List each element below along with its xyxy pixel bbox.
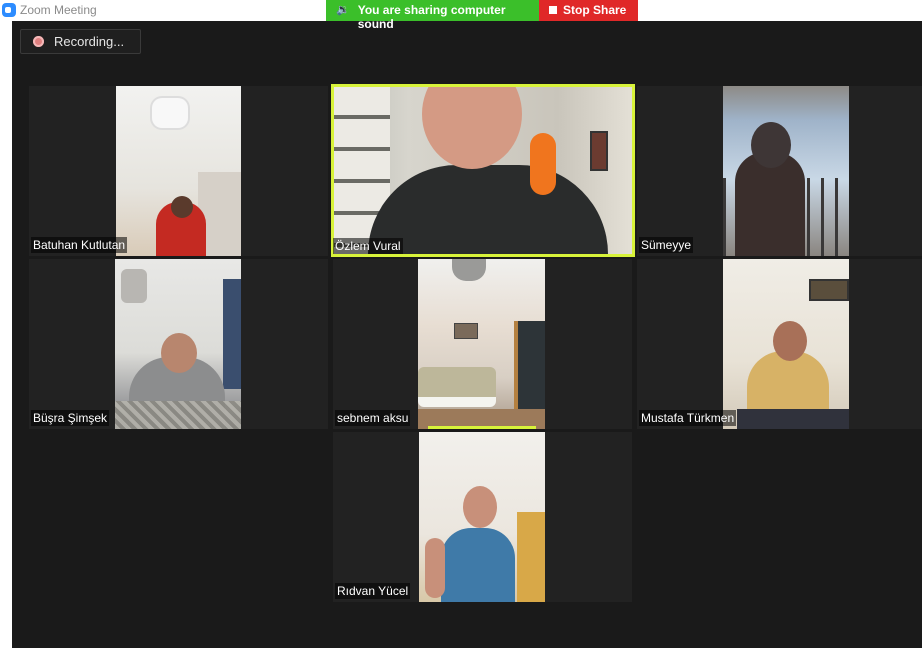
chair [517,512,545,602]
person-body [368,165,608,254]
participant-name: sebnem aksu [335,410,411,426]
orange-object [530,133,556,195]
video-tile-sumeyye[interactable]: Sümeyye [637,86,922,256]
recording-indicator[interactable]: Recording... [20,29,141,54]
video-tile-ridvan[interactable]: Rıdvan Yücel [333,432,632,602]
cabinet [514,321,545,421]
speaking-indicator [428,426,536,429]
person-head [463,486,497,528]
share-status[interactable]: 🔉 You are sharing computer sound [326,0,539,31]
video-tile-mustafa[interactable]: Mustafa Türkmen [637,259,922,429]
zoom-logo-icon [2,3,16,17]
person [441,528,515,602]
video-tile-ozlem[interactable]: Özlem Vural [331,84,635,257]
video-tile-sebnem[interactable]: sebnem aksu [333,259,632,429]
participant-name: Batuhan Kutlutan [31,237,128,253]
stop-share-button[interactable]: Stop Share [539,0,638,21]
stop-icon [549,6,557,14]
chandelier [452,259,486,281]
video-feed [418,259,545,429]
wall-picture [454,323,478,339]
participant-name: Mustafa Türkmen [639,410,737,426]
patterned-rug [115,401,241,429]
person-head [751,122,791,168]
video-feed [723,86,849,256]
share-status-text: You are sharing computer sound [357,3,506,31]
speaker-icon: 🔉 [336,4,350,16]
video-feed [116,86,241,256]
participant-name: Özlem Vural [333,238,403,254]
recording-dot-icon [33,36,44,47]
person-arm [425,538,445,598]
participant-name: Rıdvan Yücel [335,583,411,599]
video-feed [115,259,241,429]
video-tile-batuhan[interactable]: Batuhan Kutlutan [29,86,328,256]
video-feed [723,259,849,429]
person-head [171,196,193,218]
video-feed [334,87,632,254]
chandelier [121,269,147,303]
share-banner: 🔉 You are sharing computer sound Stop Sh… [326,0,638,31]
participant-name: Büşra Şimşek [31,410,110,426]
participant-name: Sümeyye [639,237,694,253]
wall-picture [590,131,608,171]
person-face [422,87,522,169]
sofa [418,367,496,407]
stop-share-label: Stop Share [563,3,627,17]
person-head [773,321,807,361]
jeans [737,409,849,429]
ceiling-lamp [152,98,188,128]
window-edge [0,21,12,648]
recording-label: Recording... [54,34,125,49]
window-title: Zoom Meeting [20,3,97,17]
person-head [161,333,197,373]
wall-picture [809,279,849,301]
video-feed [419,432,545,602]
video-tile-busra[interactable]: Büşra Şimşek [29,259,328,429]
window-curtain [223,279,241,389]
